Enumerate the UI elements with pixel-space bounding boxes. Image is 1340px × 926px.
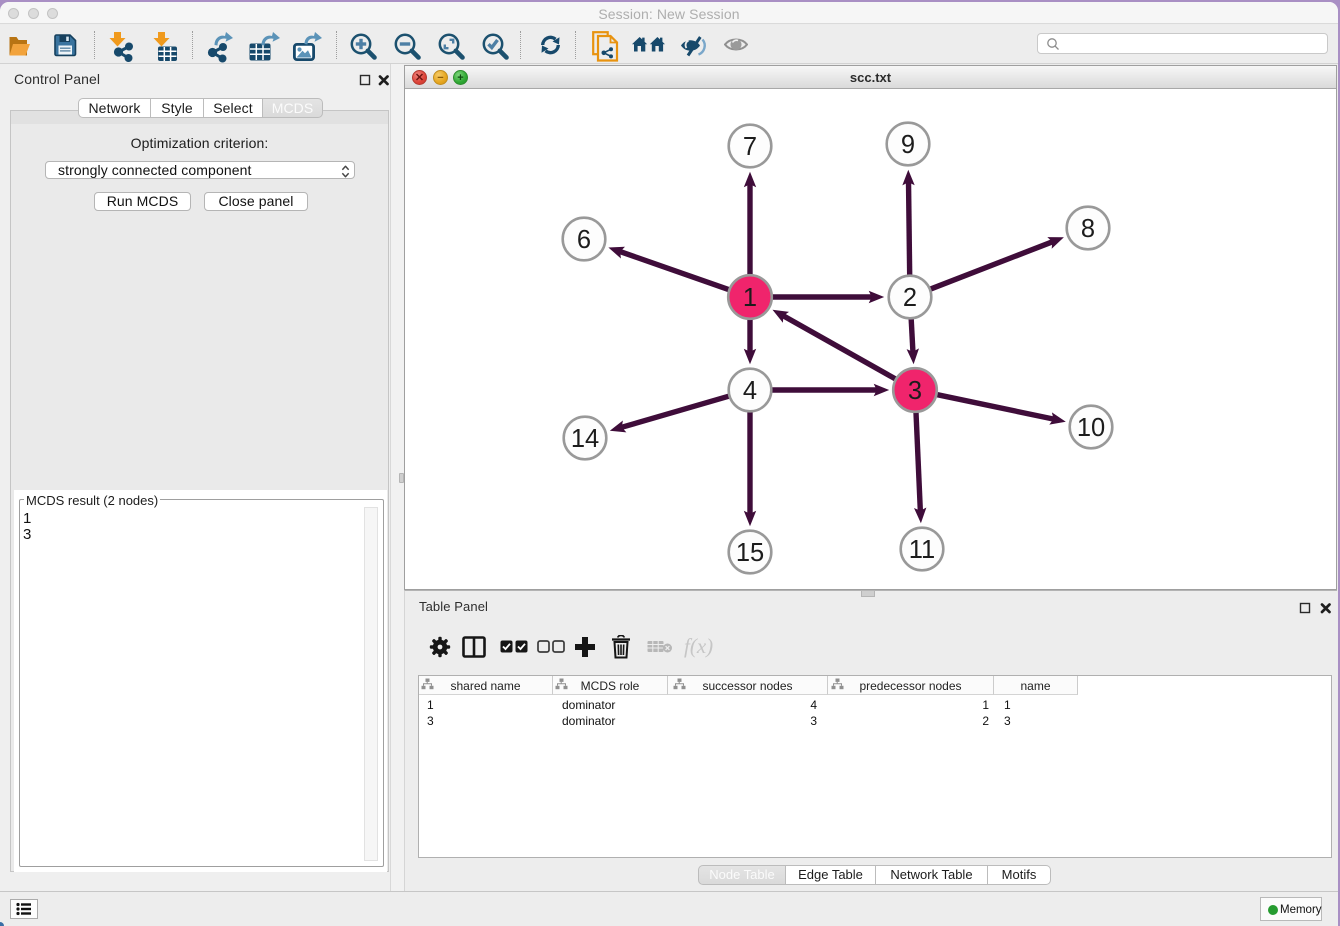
svg-text:11: 11: [909, 536, 935, 564]
svg-text:8: 8: [1081, 215, 1095, 243]
svg-text:7: 7: [743, 133, 757, 161]
svg-text:1: 1: [743, 284, 757, 312]
svg-text:10: 10: [1077, 414, 1105, 442]
svg-text:9: 9: [901, 131, 915, 159]
svg-text:15: 15: [736, 539, 764, 567]
svg-text:4: 4: [743, 377, 757, 405]
svg-text:6: 6: [577, 226, 591, 254]
svg-text:3: 3: [908, 377, 922, 405]
svg-text:2: 2: [903, 284, 917, 312]
svg-text:14: 14: [571, 425, 599, 453]
